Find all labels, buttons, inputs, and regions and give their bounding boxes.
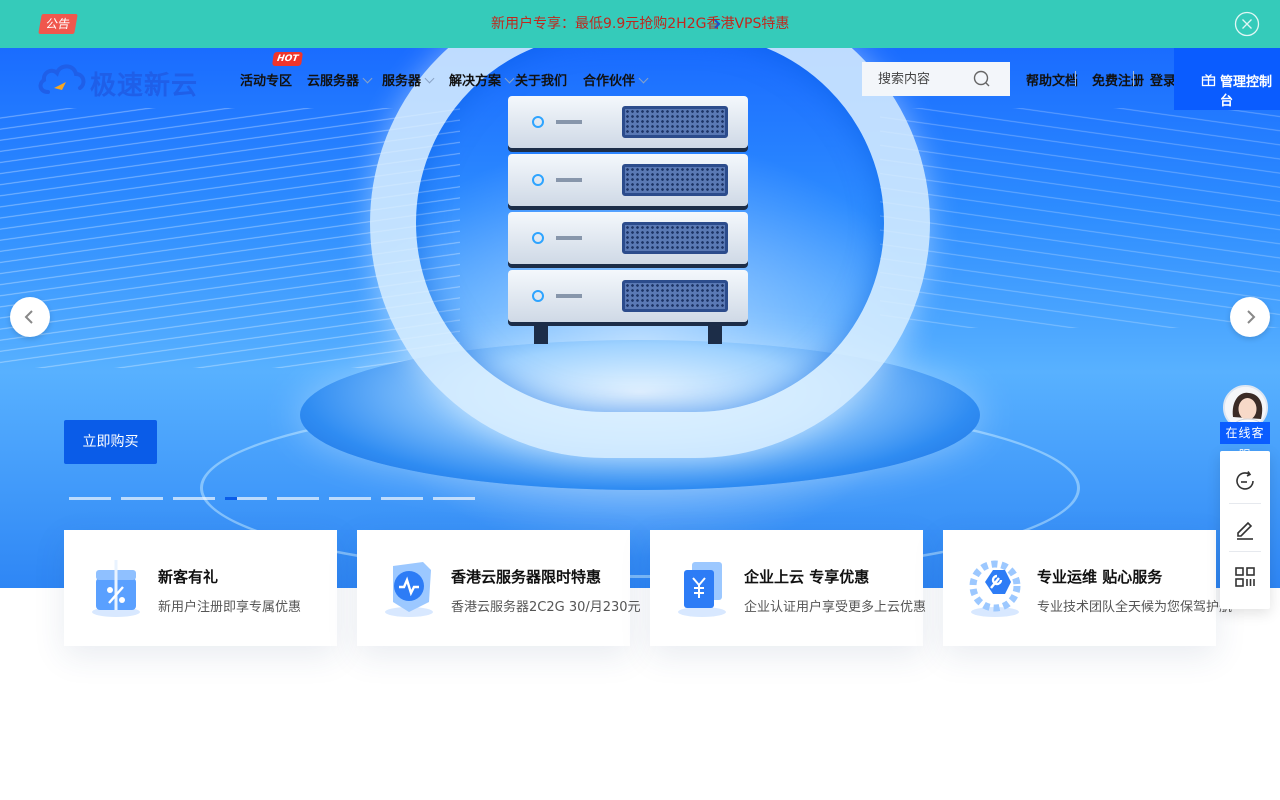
nav-item-partners[interactable]: 合作伙伴: [583, 70, 649, 89]
chevron-left-icon: [24, 310, 33, 324]
yuan-document-icon: [678, 562, 726, 617]
docs-link[interactable]: 帮助文档: [1026, 70, 1078, 89]
nav-item-activities[interactable]: 活动专区: [240, 70, 292, 89]
feature-card[interactable]: 企业上云 专享优惠 企业认证用户享受更多上云优惠: [650, 530, 927, 646]
divider: [1075, 71, 1076, 86]
main-header: 极速新云 HOT 活动专区 云服务器 服务器 解决方案 关于我们 合作伙伴 帮助…: [0, 48, 1280, 110]
announcement-bar: 公告 新用户专享：最低9.9元抢购2H2G香港VPS特惠: [0, 0, 1280, 48]
carousel-dot-active[interactable]: [225, 497, 267, 500]
cloud-logo-icon: [38, 64, 86, 94]
chevron-down-icon: [362, 73, 373, 84]
tool-qr-code[interactable]: [1220, 552, 1270, 600]
login-link[interactable]: 登录: [1150, 70, 1176, 89]
nav-item-about[interactable]: 关于我们: [515, 70, 567, 89]
search-icon[interactable]: [973, 70, 991, 88]
chevron-right-icon: [1247, 310, 1256, 324]
shield-pulse-icon: [385, 562, 433, 617]
announcement-link[interactable]: 新用户专享：最低9.9元抢购2H2G香港VPS特惠: [491, 14, 789, 34]
feature-title: 新客有礼: [158, 568, 219, 586]
hero-banner: 立即购买: [0, 48, 1280, 588]
carousel-dot[interactable]: [121, 497, 163, 500]
logo-text: 极速新云: [90, 71, 199, 101]
search-box: [862, 62, 1010, 96]
carousel-indicators: [69, 497, 475, 500]
search-input[interactable]: [862, 62, 972, 96]
feature-card[interactable]: 香港云服务器限时特惠 香港云服务器2C2G 30/月230元: [357, 530, 641, 646]
divider: [1133, 71, 1134, 86]
edit-icon: [1237, 521, 1253, 540]
carousel-next-button[interactable]: [1230, 297, 1270, 337]
hero-buy-button[interactable]: 立即购买: [64, 420, 157, 464]
announcement-badge: 公告: [38, 14, 78, 34]
feature-desc: 企业认证用户享受更多上云优惠: [744, 600, 927, 615]
feature-desc: 专业技术团队全天候为您保驾护航: [1037, 600, 1233, 615]
carousel-dot[interactable]: [69, 497, 111, 500]
chevron-down-icon: [424, 73, 435, 84]
qr-code-icon: [1235, 567, 1255, 587]
floating-toolbar: [1220, 451, 1270, 609]
feature-card[interactable]: 专业运维 贴心服务 专业技术团队全天候为您保驾护航: [943, 530, 1232, 646]
customer-service-label[interactable]: 在线客服: [1220, 422, 1270, 462]
feature-cards: 新客有礼 新用户注册即享专属优惠 香港云服务器限时特惠 香港云服务器2C2G 3…: [64, 530, 1232, 646]
feature-desc: 新用户注册即享专属优惠: [158, 600, 302, 615]
light-streaks-right: [880, 108, 1280, 328]
refresh-chat-icon: [1236, 471, 1254, 490]
carousel-dot[interactable]: [381, 497, 423, 500]
tool-feedback[interactable]: [1220, 504, 1270, 552]
carousel-dot[interactable]: [433, 497, 475, 500]
nav-item-cloud-server[interactable]: 云服务器: [307, 70, 373, 89]
nav-item-server[interactable]: 服务器: [382, 70, 435, 89]
gift-percent-icon: [92, 560, 140, 617]
register-link[interactable]: 免费注册: [1092, 70, 1144, 89]
hot-badge: HOT: [272, 52, 304, 66]
carousel-dot[interactable]: [173, 497, 215, 500]
feature-title: 香港云服务器限时特惠: [451, 568, 602, 586]
close-circle-icon[interactable]: [1234, 11, 1260, 37]
site-logo[interactable]: 极速新云: [38, 60, 208, 101]
server-rack-illustration: [508, 96, 748, 366]
nav-item-solutions[interactable]: 解决方案: [449, 70, 515, 89]
carousel-dot[interactable]: [329, 497, 371, 500]
gift-box-icon: [1201, 74, 1216, 87]
console-button-label: 管理控制台: [1220, 75, 1273, 109]
carousel-dot[interactable]: [277, 497, 319, 500]
chevron-down-icon: [638, 73, 649, 84]
wrench-gear-icon: [969, 560, 1021, 617]
feature-title: 专业运维 贴心服务: [1037, 568, 1163, 586]
chevron-down-icon: [504, 73, 515, 84]
carousel-prev-button[interactable]: [10, 297, 50, 337]
console-button[interactable]: 管理控制台: [1174, 48, 1280, 110]
chevron-right-icon[interactable]: [712, 16, 722, 32]
tool-refresh-chat[interactable]: [1220, 456, 1270, 504]
feature-card[interactable]: 新客有礼 新用户注册即享专属优惠: [64, 530, 337, 646]
feature-title: 企业上云 专享优惠: [744, 568, 870, 586]
feature-desc: 香港云服务器2C2G 30/月230元: [451, 600, 641, 615]
